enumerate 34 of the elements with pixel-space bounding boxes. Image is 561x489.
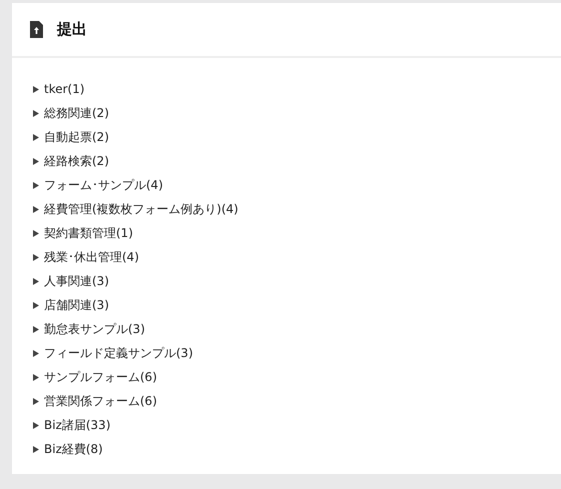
category-link[interactable]: Biz経費(8) bbox=[44, 440, 103, 458]
caret-icon[interactable] bbox=[33, 398, 39, 404]
caret-icon[interactable] bbox=[33, 134, 39, 140]
caret-icon[interactable] bbox=[33, 278, 39, 284]
category-link[interactable]: 自動起票(2) bbox=[44, 128, 109, 146]
category-link[interactable]: 店舗関連(3) bbox=[44, 296, 109, 314]
category-link[interactable]: 経路検索(2) bbox=[44, 152, 109, 170]
caret-icon[interactable] bbox=[33, 230, 39, 236]
category-link[interactable]: 勤怠表サンプル(3) bbox=[44, 320, 145, 338]
caret-icon[interactable] bbox=[33, 446, 39, 452]
caret-icon[interactable] bbox=[33, 326, 39, 332]
category-link[interactable]: 営業関係フォーム(6) bbox=[44, 392, 157, 410]
category-link[interactable]: 残業･休出管理(4) bbox=[44, 248, 139, 266]
caret-icon[interactable] bbox=[33, 350, 39, 356]
category-link[interactable]: 契約書類管理(1) bbox=[44, 224, 133, 242]
caret-icon[interactable] bbox=[33, 302, 39, 308]
category-link[interactable]: フォーム･サンプル(4) bbox=[44, 176, 163, 194]
category-link[interactable]: サンプルフォーム(6) bbox=[44, 368, 157, 386]
caret-icon[interactable] bbox=[33, 158, 39, 164]
category-link[interactable]: フィールド定義サンプル(3) bbox=[44, 344, 193, 362]
caret-icon[interactable] bbox=[33, 110, 39, 116]
caret-icon[interactable] bbox=[33, 422, 39, 428]
category-link[interactable]: tker(1) bbox=[44, 82, 85, 96]
category-link[interactable]: 人事関連(3) bbox=[44, 272, 109, 290]
panel-title: 提出 bbox=[57, 20, 87, 39]
document-upload-icon bbox=[30, 21, 43, 38]
caret-icon[interactable] bbox=[33, 254, 39, 260]
category-link[interactable]: 経費管理(複数枚フォーム例あり)(4) bbox=[44, 200, 238, 218]
category-link[interactable]: Biz諸届(33) bbox=[44, 416, 110, 434]
caret-icon[interactable] bbox=[33, 206, 39, 212]
caret-icon[interactable] bbox=[33, 86, 39, 92]
caret-icon[interactable] bbox=[33, 182, 39, 188]
caret-icon[interactable] bbox=[33, 374, 39, 380]
category-link[interactable]: 総務関連(2) bbox=[44, 104, 109, 122]
